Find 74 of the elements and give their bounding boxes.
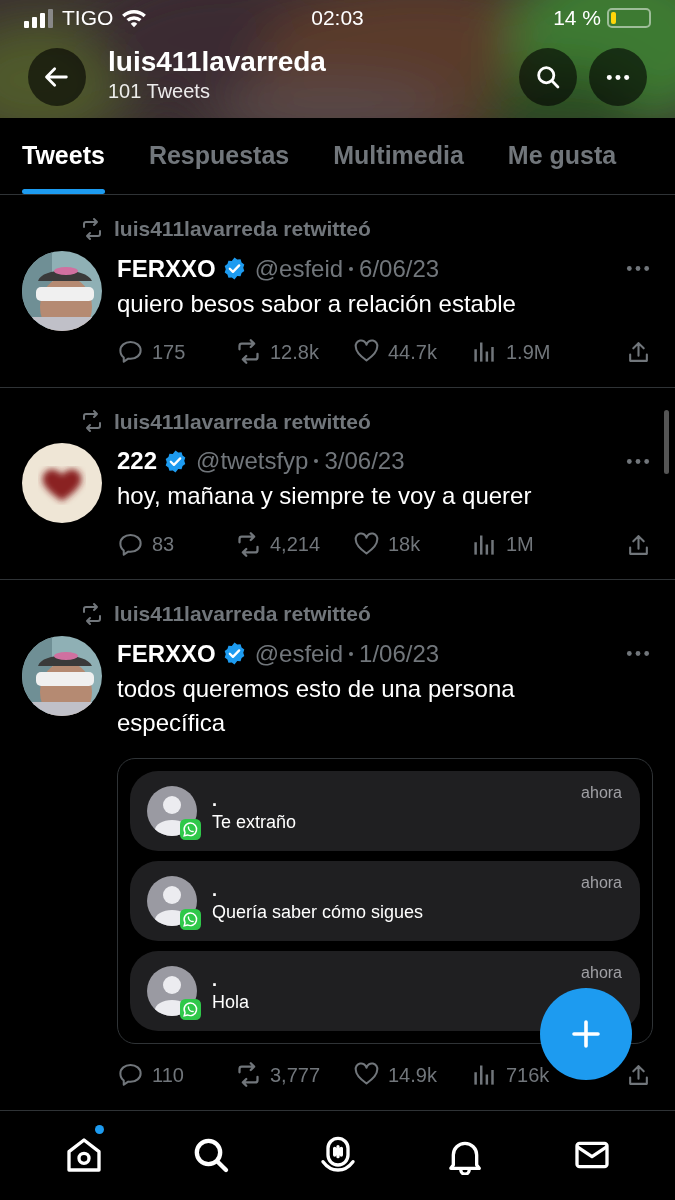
- retweet-icon[interactable]: [235, 1061, 262, 1088]
- author-handle: @esfeid: [254, 253, 344, 284]
- battery-icon: [607, 8, 651, 28]
- like-count: 14.9k: [388, 1062, 437, 1088]
- chat-app-icon: [180, 998, 201, 1020]
- notification-message: Quería saber cómo sigues: [212, 900, 425, 923]
- replie-count: 83: [152, 532, 175, 557]
- reply-icon[interactable]: [117, 338, 144, 365]
- notification-time: ahora: [581, 872, 622, 893]
- back-button[interactable]: [28, 48, 86, 106]
- view-count: 716k: [506, 1062, 550, 1088]
- search-button[interactable]: [519, 48, 577, 106]
- tweet-text: quiero besos sabor a relación estable: [117, 288, 517, 319]
- retweet-icon: [80, 601, 104, 626]
- retweet-icon: [80, 409, 104, 434]
- notification-time: ahora: [581, 962, 622, 983]
- heart-icon[interactable]: [353, 530, 380, 558]
- notification-sender: .: [212, 968, 218, 991]
- like-count: 18k: [388, 532, 421, 557]
- tweet-text: hoy, mañana y siempre te voy a querer: [117, 481, 533, 511]
- heart-icon[interactable]: [353, 1061, 380, 1088]
- tweet-text: todos queremos esto de una persona específica: [117, 673, 516, 738]
- chat-app-icon: [180, 908, 201, 930]
- chat-app-icon: [180, 818, 201, 840]
- tab[interactable]: Respuestas: [148, 118, 290, 194]
- retweet-count: 12.8k: [270, 339, 319, 365]
- share-icon[interactable]: [626, 532, 651, 558]
- clock-time: 02:03: [310, 5, 365, 32]
- tweet-count: 101 Tweets: [108, 79, 211, 104]
- scrollbar: [664, 410, 669, 474]
- retweet-icon: [80, 216, 104, 241]
- reply-icon[interactable]: [117, 1061, 144, 1088]
- retweet-label: luis411lavarreda retwitteó: [114, 408, 371, 435]
- retweet-count: 4,214: [270, 532, 321, 557]
- tab[interactable]: Me gusta: [507, 118, 617, 194]
- notification-time: ahora: [581, 782, 622, 803]
- signal-icon: [24, 8, 54, 28]
- author-name: 222: [117, 446, 158, 476]
- replie-count: 110: [152, 1062, 184, 1088]
- share-icon[interactable]: [626, 340, 651, 365]
- retweet-count: 3,777: [270, 1062, 321, 1088]
- author-handle: @twetsfyp: [196, 446, 309, 476]
- more-options-icon[interactable]: [625, 650, 651, 657]
- more-options-icon[interactable]: [625, 265, 651, 272]
- replie-count: 175: [152, 339, 186, 365]
- author-name: FERXXO: [117, 638, 216, 669]
- retweet-icon[interactable]: [235, 530, 262, 558]
- more-icon: [605, 73, 631, 81]
- carrier-name: TIGO: [62, 5, 114, 32]
- notification-sender: .: [212, 878, 218, 901]
- tweet-date: 6/06/23: [359, 253, 441, 284]
- search-icon: [534, 63, 562, 91]
- notification-message: Te extraño: [212, 810, 298, 833]
- notification-sender: .: [212, 788, 218, 811]
- profile-name: luis411lavarreda: [108, 45, 327, 79]
- view-count: 1.9M: [506, 339, 551, 365]
- more-button[interactable]: [589, 48, 647, 106]
- tweet-date: 3/06/23: [324, 446, 406, 476]
- tab[interactable]: Tweets: [22, 118, 105, 194]
- like-count: 44.7k: [388, 339, 437, 365]
- author-name: FERXXO: [117, 253, 216, 284]
- view-count: 1M: [506, 532, 534, 557]
- notification-message: Hola: [212, 990, 251, 1013]
- wifi-icon: [121, 8, 148, 28]
- more-options-icon[interactable]: [625, 457, 651, 465]
- retweet-label: luis411lavarreda retwitteó: [114, 601, 371, 627]
- share-icon[interactable]: [626, 1063, 651, 1088]
- retweet-label: luis411lavarreda retwitteó: [114, 216, 371, 242]
- tweet-date: 1/06/23: [359, 638, 441, 669]
- retweet-icon[interactable]: [235, 338, 262, 365]
- battery-percent: 14 %: [553, 5, 601, 32]
- tab[interactable]: Multimedia: [333, 118, 464, 194]
- author-handle: @esfeid: [254, 638, 344, 669]
- heart-icon[interactable]: [353, 338, 380, 365]
